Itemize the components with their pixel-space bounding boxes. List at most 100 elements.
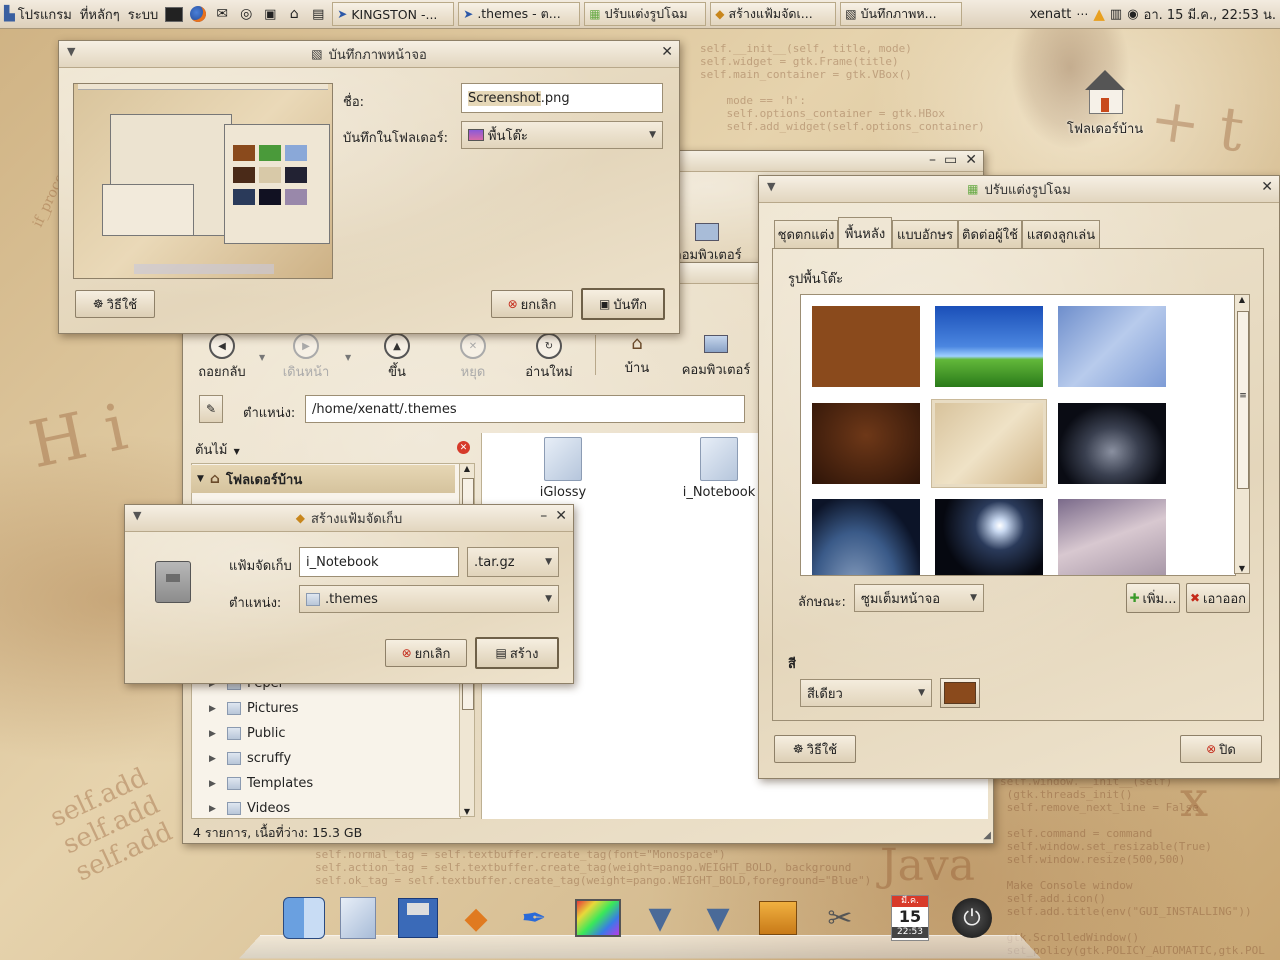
task-kingston[interactable]: ➤ KINGSTON -... — [332, 2, 455, 26]
sidebar-mode-selector[interactable]: ต้นไม้ ▼ — [195, 439, 240, 460]
archive-location-combo[interactable]: .themes ▼ — [299, 585, 559, 613]
wallpaper-scrollbar[interactable]: ▲ ≡ ▼ — [1234, 294, 1250, 574]
task-themes[interactable]: ➤ .themes - ต... — [458, 2, 581, 26]
screenshot-dialog[interactable]: ▼ ▧ บันทึกภาพหน้าจอ ✕ ชื่อ: Screenshot .p… — [58, 40, 680, 334]
archive-name-field[interactable]: i_Notebook — [299, 547, 459, 577]
wallpaper-thumbnail-parchment[interactable] — [932, 400, 1046, 487]
scroll-up-icon[interactable]: ▲ — [1235, 295, 1249, 304]
minimize-icon[interactable]: – — [540, 508, 547, 524]
desktop-home-folder[interactable]: โฟลเดอร์บ้าน — [1060, 70, 1150, 139]
cancel-button[interactable]: ⊗ ยกเลิก — [491, 290, 573, 318]
screenshot-dock-icon[interactable]: ✂ — [816, 894, 864, 942]
add-wallpaper-button[interactable]: ✚ เพิ่ม... — [1126, 583, 1180, 613]
close-icon[interactable]: ✕ — [661, 44, 673, 60]
screen-launcher-icon[interactable]: ▣ — [259, 3, 281, 25]
color-mode-combo[interactable]: สีเดียว ▼ — [800, 679, 932, 707]
remove-wallpaper-button[interactable]: ✖ เอาออก — [1186, 583, 1250, 613]
create-archive-dialog[interactable]: ▼ ◆ สร้างแฟ้มจัดเก็บ – ✕ แฟ้มจัดเก็บ i_N… — [124, 504, 574, 684]
tab-effects[interactable]: แสดงลูกเล่น — [1022, 220, 1100, 248]
scroll-down-icon[interactable]: ▼ — [1235, 564, 1249, 573]
wallpaper-thumbnail-space-station[interactable] — [1058, 403, 1166, 484]
toolbar-home-button[interactable]: ⌂ บ้าน — [615, 333, 659, 378]
close-icon[interactable]: ✕ — [965, 152, 977, 168]
places-menu[interactable]: ที่หลักๆ — [76, 0, 124, 28]
save-folder-combo[interactable]: พื้นโต๊ะ ▼ — [461, 121, 663, 149]
wallpaper-thumbnail-blue-streaks[interactable] — [1058, 306, 1166, 387]
tab-fonts[interactable]: แบบอักษร — [892, 220, 958, 248]
overflow-icon[interactable]: ⋯ — [1076, 7, 1088, 21]
file-item[interactable]: iGlossy — [513, 437, 613, 500]
fox-dock-icon[interactable]: ◆ — [452, 894, 500, 942]
close-icon[interactable]: ✕ — [1261, 179, 1273, 195]
toolbar-reload-button[interactable]: ↻ อ่านใหม่ — [521, 333, 577, 382]
toolbar-up-button[interactable]: ▲ ขึ้น — [375, 333, 419, 382]
power-dock-icon[interactable]: ⏻ — [948, 894, 996, 942]
toolbar-computer-back[interactable]: คอมพิวเตอร์ — [673, 223, 742, 265]
webcam-folder-dock-icon[interactable]: ▼ — [694, 894, 742, 942]
window-titlebar[interactable]: ▼ ◆ สร้างแฟ้มจัดเก็บ – ✕ — [125, 505, 573, 532]
terminal-launcher-icon[interactable] — [163, 3, 185, 25]
tree-item[interactable]: ▶ scruffy — [191, 746, 291, 771]
tree-item[interactable]: ▶ Videos — [191, 796, 290, 821]
tree-item[interactable]: ▶ Public — [191, 721, 285, 746]
wallpaper-thumbnail-sunburst[interactable] — [935, 499, 1043, 575]
tab-interface[interactable]: ติดต่อผู้ใช้ — [958, 220, 1022, 248]
volume-icon[interactable]: ◉ — [1127, 7, 1138, 22]
applications-menu[interactable]: ▙ โปรแกรม — [0, 0, 76, 28]
back-dropdown-icon[interactable]: ▼ — [259, 353, 265, 362]
style-combo[interactable]: ซูมเต็มหน้าจอ ▼ — [854, 584, 984, 612]
tree-item[interactable]: ▶ Templates — [191, 771, 313, 796]
wallpaper-thumbnail-green-hills[interactable] — [935, 306, 1043, 387]
create-button[interactable]: ▤ สร้าง — [475, 637, 559, 669]
help-button[interactable]: ☸ วิธีใช้ — [75, 290, 155, 318]
archive-type-combo[interactable]: .tar.gz ▼ — [467, 547, 559, 577]
tree-home-row[interactable]: ▼ ⌂ โฟลเดอร์บ้าน — [191, 465, 455, 493]
wallpaper-thumbnail-earth[interactable] — [812, 499, 920, 575]
wallpaper-thumbnail-spacecraft[interactable] — [1058, 499, 1166, 575]
edit-location-toggle[interactable]: ✎ — [199, 395, 223, 423]
task-appearance[interactable]: ▦ ปรับแต่งรูปโฉม — [584, 2, 707, 26]
monitor-dock-icon[interactable] — [574, 894, 622, 942]
color-swatch-button[interactable] — [940, 678, 980, 708]
save-button[interactable]: ▣ บันทึก — [581, 288, 665, 320]
toolbar-forward-button[interactable]: ▶ เดินหน้า — [277, 333, 335, 382]
close-icon[interactable]: ✕ — [555, 508, 567, 524]
resize-grip-icon[interactable]: ◢ — [983, 830, 991, 841]
task-create-archive[interactable]: ◆ สร้างแฟ้มจัดเ... — [710, 2, 837, 26]
file-item[interactable]: i_Notebook — [669, 437, 769, 500]
scroll-up-icon[interactable]: ▲ — [460, 464, 474, 473]
tab-background[interactable]: พื้นหลัง — [838, 217, 892, 249]
cancel-button[interactable]: ⊗ ยกเลิก — [385, 639, 467, 667]
close-button[interactable]: ⊗ ปิด — [1180, 735, 1262, 763]
close-sidebar-button[interactable]: ✕ — [457, 441, 470, 454]
tab-theme[interactable]: ชุดตกแต่ง — [774, 220, 838, 248]
package-dock-icon[interactable] — [754, 894, 802, 942]
app-launcher-icon[interactable]: ▤ — [307, 3, 329, 25]
maximize-icon[interactable]: ▭ — [944, 152, 957, 168]
window-titlebar[interactable]: ▼ ▧ บันทึกภาพหน้าจอ ✕ — [59, 41, 679, 68]
location-field[interactable]: /home/xenatt/.themes — [305, 395, 745, 423]
webcam-folder-dock-icon[interactable]: ▼ — [636, 894, 684, 942]
task-screenshot[interactable]: ▧ บันทึกภาพห... — [840, 2, 963, 26]
wallpaper-thumbnail-brown-texture[interactable] — [812, 403, 920, 484]
window-menu-icon[interactable]: ▼ — [133, 509, 141, 522]
forward-dropdown-icon[interactable]: ▼ — [345, 353, 351, 362]
window-menu-icon[interactable]: ▼ — [67, 45, 75, 58]
toolbar-back-button[interactable]: ◀ ถอยกลับ — [197, 333, 247, 382]
tree-item[interactable]: ▶ Pictures — [191, 696, 298, 721]
system-menu[interactable]: ระบบ — [124, 0, 162, 28]
warning-icon[interactable]: ▲ — [1093, 5, 1105, 23]
scroll-down-icon[interactable]: ▼ — [460, 807, 474, 816]
help-launcher-icon[interactable]: ◎ — [235, 3, 257, 25]
toolbar-stop-button[interactable]: ✕ หยุด — [451, 333, 495, 382]
email-launcher-icon[interactable]: ✉ — [211, 3, 233, 25]
minimize-icon[interactable]: – — [929, 152, 936, 168]
firefox-launcher-icon[interactable] — [187, 3, 209, 25]
filename-field[interactable]: Screenshot .png — [461, 83, 663, 113]
toolbar-computer-button[interactable]: คอมพิวเตอร์ — [679, 333, 753, 380]
documents-dock-icon[interactable] — [334, 894, 382, 942]
user-name[interactable]: xenatt — [1030, 7, 1072, 22]
home-launcher-icon[interactable]: ⌂ — [283, 3, 305, 25]
feather-dock-icon[interactable]: ✒ — [510, 894, 558, 942]
window-menu-icon[interactable]: ▼ — [767, 180, 775, 193]
